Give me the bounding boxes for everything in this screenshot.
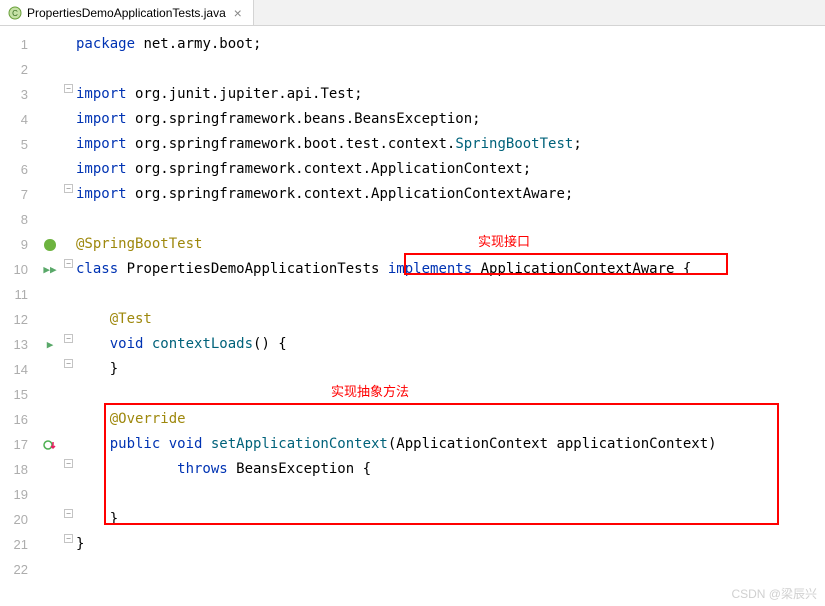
code-content[interactable]: package net.army.boot; import org.junit.… [76, 26, 825, 606]
line-number: 7 [0, 182, 36, 207]
file-tab[interactable]: C PropertiesDemoApplicationTests.java × [0, 0, 254, 25]
fold-toggle[interactable]: − [64, 459, 73, 468]
line-number: 10 [0, 257, 36, 282]
line-number: 14 [0, 357, 36, 382]
fold-toggle[interactable]: − [64, 84, 73, 93]
line-number: 9 [0, 232, 36, 257]
line-number: 8 [0, 207, 36, 232]
run-icon[interactable]: ▶ [36, 332, 64, 357]
fold-toggle[interactable]: − [64, 334, 73, 343]
line-number: 12 [0, 307, 36, 332]
svg-text:C: C [12, 9, 18, 18]
line-number: 19 [0, 482, 36, 507]
line-number: 1 [0, 32, 36, 57]
line-number: 13 [0, 332, 36, 357]
close-icon[interactable]: × [231, 6, 245, 20]
tab-filename: PropertiesDemoApplicationTests.java [27, 6, 226, 20]
code-editor[interactable]: 1 2 3 4 5 6 7 8 9 10 11 12 13 14 15 16 1… [0, 26, 825, 606]
spring-icon [36, 232, 64, 257]
fold-toggle[interactable]: − [64, 259, 73, 268]
line-number-gutter: 1 2 3 4 5 6 7 8 9 10 11 12 13 14 15 16 1… [0, 26, 36, 606]
watermark-text: CSDN @梁辰兴 [731, 585, 817, 602]
line-number: 21 [0, 532, 36, 557]
tab-bar: C PropertiesDemoApplicationTests.java × [0, 0, 825, 26]
line-number: 5 [0, 132, 36, 157]
line-number: 11 [0, 282, 36, 307]
line-number: 16 [0, 407, 36, 432]
line-number: 22 [0, 557, 36, 582]
fold-column: − − − − − − − − [64, 26, 76, 606]
fold-toggle[interactable]: − [64, 359, 73, 368]
line-number: 6 [0, 157, 36, 182]
line-number: 15 [0, 382, 36, 407]
line-number: 20 [0, 507, 36, 532]
line-number: 2 [0, 57, 36, 82]
line-number: 4 [0, 107, 36, 132]
fold-toggle[interactable]: − [64, 184, 73, 193]
line-number: 18 [0, 457, 36, 482]
run-double-icon[interactable]: ▶▶ [36, 257, 64, 282]
line-number: 17 [0, 432, 36, 457]
gutter-icon-column: ▶▶ ▶ [36, 26, 64, 606]
java-file-icon: C [8, 6, 22, 20]
line-number: 3 [0, 82, 36, 107]
fold-toggle[interactable]: − [64, 509, 73, 518]
fold-toggle[interactable]: − [64, 534, 73, 543]
override-icon[interactable] [36, 432, 64, 457]
